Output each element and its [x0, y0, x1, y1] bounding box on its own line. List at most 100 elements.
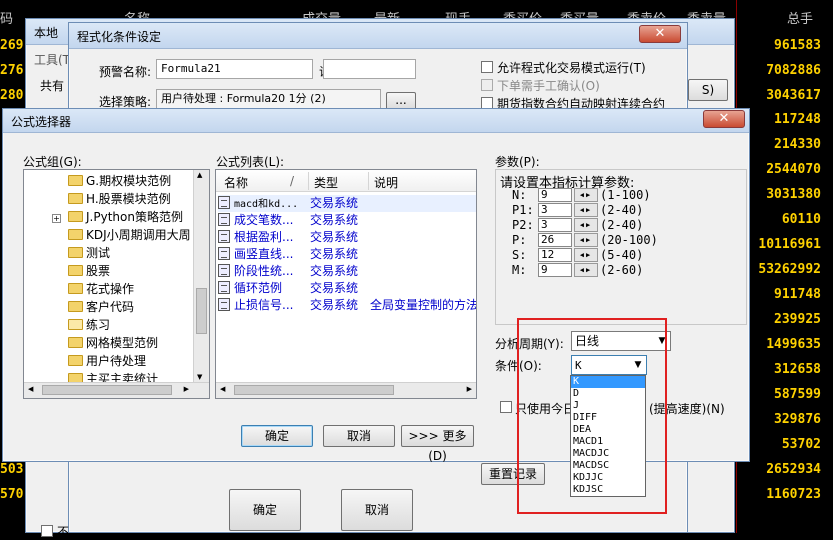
spin-arrows-icon[interactable]: ◀▶	[574, 203, 598, 217]
formula-list[interactable]: 名称 / 类型 说明 macd和kd... 交易系统 成交笔数... 交易系统 根据…	[215, 169, 477, 399]
expand-icon[interactable]: +	[52, 214, 61, 223]
scroll-down-icon[interactable]: ▼	[197, 373, 202, 381]
folder-icon	[68, 301, 83, 312]
total-volume-cell: 1499635	[766, 337, 821, 352]
column-name[interactable]: 名称	[224, 174, 248, 191]
formula-group-tree[interactable]: G.期权模块范例 H.股票模块范例 + J.Python策略范例 KDJ小周期调用…	[23, 169, 210, 399]
formula-icon	[218, 230, 230, 243]
param-p1-input[interactable]: 3	[538, 203, 572, 217]
spin-arrows-icon[interactable]: ◀▶	[574, 233, 598, 247]
tree-item[interactable]: + J.Python策略范例	[52, 208, 183, 226]
manual-confirm-checkbox[interactable]	[481, 79, 493, 91]
spin-arrows-icon[interactable]: ◀▶	[574, 218, 598, 232]
folder-icon	[68, 193, 83, 204]
condition-dialog-titlebar[interactable]: 程式化条件设定 ✕	[69, 23, 687, 49]
folder-icon	[68, 337, 83, 348]
formula-icon	[218, 281, 230, 294]
open-folder-icon	[68, 319, 83, 330]
total-volume-cell: 10116961	[758, 237, 821, 252]
tree-item[interactable]: 测试	[68, 244, 110, 262]
tree-item[interactable]: 股票	[68, 262, 110, 280]
not-checkbox[interactable]	[41, 525, 53, 537]
column-note[interactable]: 说明	[374, 174, 398, 191]
s-button[interactable]: S)	[688, 79, 728, 101]
param-p-input[interactable]: 26	[538, 233, 572, 247]
tree-item[interactable]: 用户待处理	[68, 352, 146, 370]
total-volume-cell: 53702	[781, 437, 821, 452]
description-input[interactable]	[323, 59, 416, 79]
tree-item[interactable]: 花式操作	[68, 280, 134, 298]
formula-group-label: 公式组(G):	[23, 155, 82, 169]
spin-arrows-icon[interactable]: ◀▶	[574, 263, 598, 277]
tree-item[interactable]: KDJ小周期调用大周	[68, 226, 191, 244]
param-s-input[interactable]: 12	[538, 248, 572, 262]
formula-row[interactable]: 根据盈利... 交易系统	[218, 229, 370, 246]
list-hscroll-thumb[interactable]	[234, 385, 394, 395]
formula-selector-titlebar[interactable]: 公式选择器 ✕	[3, 109, 749, 133]
total-volume-cell: 117248	[774, 112, 821, 127]
local-window-title: 本地	[34, 26, 59, 40]
formula-icon	[218, 213, 230, 226]
tree-horizontal-scrollbar[interactable]: ◀ ▶	[24, 382, 209, 398]
formula-row[interactable]: 止损信号... 交易系统 全局变量控制的方法	[218, 297, 476, 314]
tree-item[interactable]: 网格模型范例	[68, 334, 158, 352]
total-volume-cell: 3031380	[766, 187, 821, 202]
total-volume-cell: 329876	[774, 412, 821, 427]
total-volume-cell: 2652934	[766, 462, 821, 477]
header-total[interactable]: 总手	[787, 8, 813, 27]
tree-item-selected[interactable]: 练习	[68, 316, 110, 334]
formula-row[interactable]: 画竖直线... 交易系统	[218, 246, 370, 263]
formula-row[interactable]: macd和kd... 交易系统	[218, 195, 476, 212]
scroll-up-icon[interactable]: ▲	[197, 171, 202, 179]
formula-row[interactable]: 循环范例 交易系统	[218, 280, 370, 297]
formula-cancel-button[interactable]: 取消	[323, 425, 395, 447]
formula-icon	[218, 264, 230, 277]
spin-arrows-icon[interactable]: ◀▶	[574, 188, 598, 202]
column-divider	[308, 172, 309, 190]
condition-ok-button[interactable]: 确定	[229, 489, 301, 531]
params-label: 参数(P):	[495, 155, 540, 169]
formula-list-horizontal-scrollbar[interactable]: ◀ ▶	[216, 382, 476, 398]
only-today-checkbox[interactable]	[500, 401, 512, 413]
formula-list-label: 公式列表(L):	[216, 155, 285, 169]
close-icon[interactable]: ✕	[639, 25, 681, 43]
row-code: 269	[0, 38, 24, 53]
tree-vertical-scrollbar[interactable]: ▲ ▼	[193, 170, 209, 382]
not-label: 不	[57, 525, 70, 539]
strategy-input[interactable]: 用户待处理 : Formula20 1分 (2)	[156, 89, 381, 109]
tree-item[interactable]: G.期权模块范例	[68, 172, 171, 190]
header-code[interactable]: 码	[0, 8, 13, 27]
programmatic-mode-label: 允许程式化交易模式运行(T)	[497, 61, 646, 75]
scroll-right-icon[interactable]: ▶	[467, 385, 472, 393]
manual-confirm-label: 下单需手工确认(O)	[497, 79, 600, 93]
formula-row[interactable]: 阶段性统... 交易系统	[218, 263, 370, 280]
spin-arrows-icon[interactable]: ◀▶	[574, 248, 598, 262]
tree-item[interactable]: H.股票模块范例	[68, 190, 171, 208]
scroll-left-icon[interactable]: ◀	[220, 385, 225, 393]
programmatic-mode-checkbox[interactable]	[481, 61, 493, 73]
column-type[interactable]: 类型	[314, 174, 338, 191]
formula-list-header: 名称 / 类型 说明	[216, 170, 476, 192]
formula-icon	[218, 196, 230, 209]
condition-cancel-button[interactable]: 取消	[341, 489, 413, 531]
param-p2-input[interactable]: 3	[538, 218, 572, 232]
total-volume-cell: 2544070	[766, 162, 821, 177]
param-n-input[interactable]: 9	[538, 188, 572, 202]
scroll-left-icon[interactable]: ◀	[28, 385, 33, 393]
folder-icon	[68, 175, 83, 186]
close-icon[interactable]: ✕	[703, 110, 745, 128]
alert-name-input[interactable]: Formula21	[156, 59, 313, 79]
formula-icon	[218, 247, 230, 260]
formula-selector-title: 公式选择器	[11, 115, 72, 129]
tree-scroll-thumb[interactable]	[196, 288, 207, 334]
formula-icon	[218, 298, 230, 311]
more-button[interactable]: >>> 更多(D)	[401, 425, 474, 463]
param-m-input[interactable]: 9	[538, 263, 572, 277]
total-volume-cell: 1160723	[766, 487, 821, 502]
total-volume-cell: 911748	[774, 287, 821, 302]
formula-row[interactable]: 成交笔数... 交易系统	[218, 212, 370, 229]
scroll-right-icon[interactable]: ▶	[184, 385, 189, 393]
tree-hscroll-thumb[interactable]	[42, 385, 172, 395]
formula-ok-button[interactable]: 确定	[241, 425, 313, 447]
tree-item[interactable]: 客户代码	[68, 298, 134, 316]
